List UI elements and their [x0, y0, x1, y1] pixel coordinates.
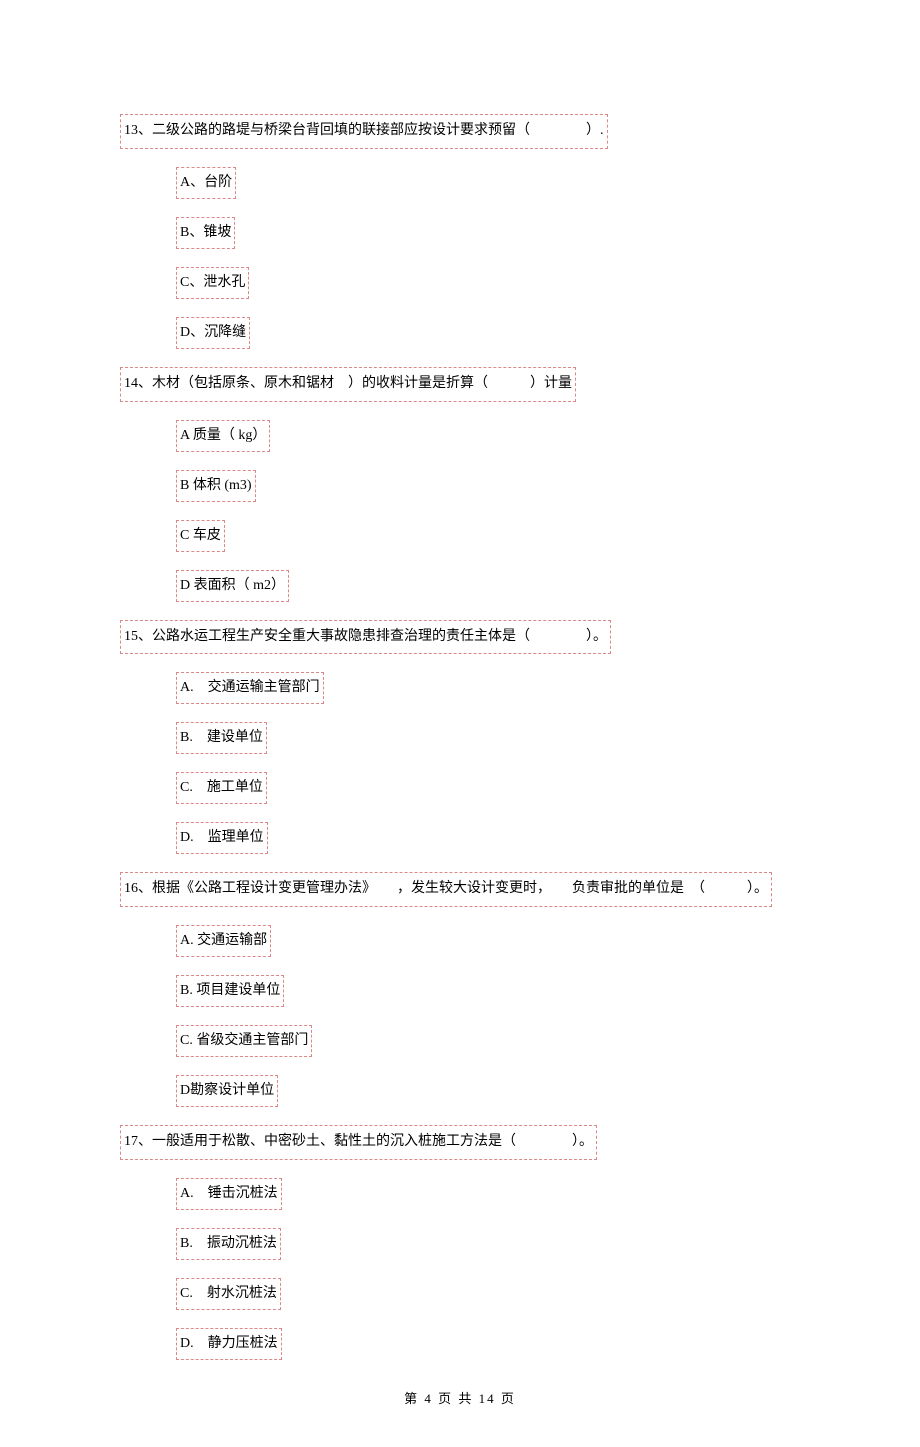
- option-text: B. 建设单位: [176, 722, 267, 754]
- option-text: C、泄水孔: [176, 267, 249, 299]
- option-a: A、台阶: [176, 163, 800, 203]
- option-b: B. 项目建设单位: [176, 971, 800, 1011]
- option-d: D、沉降缝: [176, 313, 800, 353]
- option-d: D 表面积（ m2）: [176, 566, 800, 606]
- option-text: C. 施工单位: [176, 772, 267, 804]
- option-text: D勘察设计单位: [176, 1075, 278, 1107]
- question-stem: 15、公路水运工程生产安全重大事故隐患排查治理的责任主体是（ ）。: [120, 620, 611, 655]
- option-d: D. 静力压桩法: [176, 1324, 800, 1364]
- option-a: A. 交通运输主管部门: [176, 668, 800, 708]
- question-16: 16、根据《公路工程设计变更管理办法》 ，发生较大设计变更时， 负责审批的单位是…: [120, 868, 800, 1111]
- option-text: A. 锤击沉桩法: [176, 1178, 282, 1210]
- question-stem: 14、木材（包括原条、原木和锯材 ）的收料计量是折算（ ）计量: [120, 367, 576, 402]
- footer-mid: 页 共: [438, 1391, 473, 1406]
- option-text: D. 监理单位: [176, 822, 268, 854]
- question-13: 13、二级公路的路堤与桥梁台背回填的联接部应按设计要求预留（ ）. A、台阶 B…: [120, 110, 800, 353]
- option-c: C. 省级交通主管部门: [176, 1021, 800, 1061]
- option-text: B. 项目建设单位: [176, 975, 284, 1007]
- option-c: C. 施工单位: [176, 768, 800, 808]
- option-text: D、沉降缝: [176, 317, 250, 349]
- option-text: C. 射水沉桩法: [176, 1278, 281, 1310]
- option-a: A 质量（ kg）: [176, 416, 800, 456]
- option-text: B. 振动沉桩法: [176, 1228, 281, 1260]
- question-stem: 17、一般适用于松散、中密砂土、黏性土的沉入桩施工方法是（ ）。: [120, 1125, 597, 1160]
- question-stem: 13、二级公路的路堤与桥梁台背回填的联接部应按设计要求预留（ ）.: [120, 114, 608, 149]
- option-text: A 质量（ kg）: [176, 420, 270, 452]
- option-d: D. 监理单位: [176, 818, 800, 858]
- document-page: 13、二级公路的路堤与桥梁台背回填的联接部应按设计要求预留（ ）. A、台阶 B…: [0, 0, 920, 1447]
- footer-total-pages: 14: [479, 1391, 496, 1406]
- option-a: A. 交通运输部: [176, 921, 800, 961]
- page-footer: 第 4 页 共 14 页: [120, 1388, 800, 1407]
- question-stem: 16、根据《公路工程设计变更管理办法》 ，发生较大设计变更时， 负责审批的单位是…: [120, 872, 772, 907]
- option-text: A. 交通运输主管部门: [176, 672, 324, 704]
- option-c: C、泄水孔: [176, 263, 800, 303]
- option-b: B. 建设单位: [176, 718, 800, 758]
- question-15: 15、公路水运工程生产安全重大事故隐患排查治理的责任主体是（ ）。 A. 交通运…: [120, 616, 800, 859]
- option-text: C 车皮: [176, 520, 225, 552]
- option-text: B、锥坡: [176, 217, 235, 249]
- question-14: 14、木材（包括原条、原木和锯材 ）的收料计量是折算（ ）计量 A 质量（ kg…: [120, 363, 800, 606]
- option-d: D勘察设计单位: [176, 1071, 800, 1111]
- option-text: C. 省级交通主管部门: [176, 1025, 312, 1057]
- option-b: B. 振动沉桩法: [176, 1224, 800, 1264]
- option-text: B 体积 (m3): [176, 470, 256, 502]
- option-b: B 体积 (m3): [176, 466, 800, 506]
- option-c: C 车皮: [176, 516, 800, 556]
- option-a: A. 锤击沉桩法: [176, 1174, 800, 1214]
- option-text: A. 交通运输部: [176, 925, 271, 957]
- option-text: D. 静力压桩法: [176, 1328, 282, 1360]
- option-c: C. 射水沉桩法: [176, 1274, 800, 1314]
- footer-prefix: 第: [404, 1391, 419, 1406]
- option-text: A、台阶: [176, 167, 236, 199]
- footer-current-page: 4: [424, 1391, 433, 1406]
- footer-suffix: 页: [501, 1391, 516, 1406]
- option-b: B、锥坡: [176, 213, 800, 253]
- option-text: D 表面积（ m2）: [176, 570, 289, 602]
- question-17: 17、一般适用于松散、中密砂土、黏性土的沉入桩施工方法是（ ）。 A. 锤击沉桩…: [120, 1121, 800, 1364]
